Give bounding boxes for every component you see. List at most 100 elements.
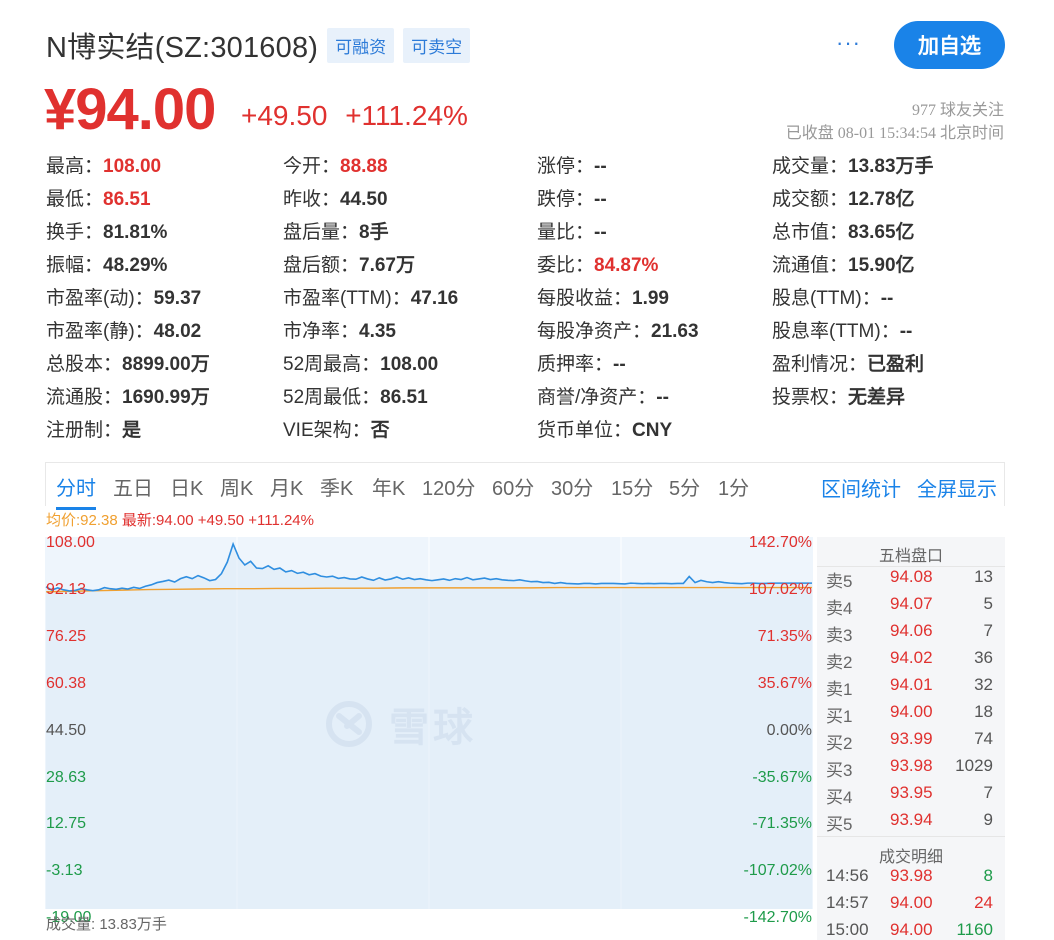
stat-value: 86.51 [380,387,428,408]
y-right-tick: 71.35% [757,627,812,645]
stat-item: VIE架构：否 [283,418,390,451]
stat-value: 59.37 [153,288,202,309]
stat-value: 47.16 [410,288,459,309]
bid-row[interactable]: 买1 94.00 18 [817,702,1005,729]
stat-label: 投票权： [772,387,849,408]
stat-label: 每股收益： [537,288,633,309]
tab-0[interactable]: 分时 [56,472,96,510]
y-left-tick: 28.63 [46,768,87,786]
trade-row: 15:00 94.00 1160 [817,920,1005,940]
stat-label: 总股本： [46,354,123,375]
fullscreen-link[interactable]: 全屏显示 [917,473,997,502]
tab-5[interactable]: 季K [320,472,353,501]
stat-value: -- [880,288,894,309]
stat-label: 换手： [46,222,104,243]
tab-8[interactable]: 60分 [492,472,534,501]
ask-row[interactable]: 卖4 94.07 5 [817,594,1005,621]
tab-3[interactable]: 周K [220,472,253,501]
stat-label: 昨收： [283,189,341,210]
range-stats-link[interactable]: 区间统计 [821,473,901,502]
y-right-tick: -35.67% [752,768,812,786]
ask-row[interactable]: 卖5 94.08 13 [817,567,1005,594]
order-level: 买5 [826,815,853,834]
stat-label: 涨停： [537,156,595,177]
stat-item: 盈利情况：已盈利 [772,352,924,385]
ask-row[interactable]: 卖3 94.06 7 [817,621,1005,648]
stat-item: 最高：108.00 [46,154,161,187]
stat-label: 货币单位： [537,420,633,441]
margin-tag[interactable]: 可融资 [327,27,395,63]
stat-label: 股息(TTM)： [772,288,881,309]
trade-row: 14:56 93.98 8 [817,866,1005,893]
tab-2[interactable]: 日K [170,472,203,501]
order-qty: 7 [983,621,993,640]
tab-1[interactable]: 五日 [113,472,153,501]
stat-item: 52周最低：86.51 [283,385,428,418]
trade-price: 93.98 [890,866,933,885]
stat-item: 质押率：-- [537,352,626,385]
trade-volume: 24 [974,893,993,912]
stat-value: 44.50 [340,189,388,210]
y-right-tick: -71.35% [752,815,812,833]
trade-price: 94.00 [890,893,933,912]
tab-9[interactable]: 30分 [551,472,593,501]
tab-4[interactable]: 月K [270,472,303,501]
bid-row[interactable]: 买2 93.99 74 [817,729,1005,756]
stat-item: 商誉/净资产：-- [537,385,669,418]
order-price: 94.06 [890,621,933,640]
watermark-text: 雪球 [389,706,477,750]
change-percent: +111.24% [345,100,468,131]
stat-item: 市盈率(TTM)：47.16 [283,286,458,319]
bid-row[interactable]: 买4 93.95 7 [817,783,1005,810]
stock-title: N博实结(SZ:301608) [46,32,319,64]
tab-6[interactable]: 年K [372,472,405,501]
stat-value: 8899.00万 [122,354,210,375]
order-qty: 13 [974,567,993,586]
ask-row[interactable]: 卖2 94.02 36 [817,648,1005,675]
stat-label: 注册制： [46,420,123,441]
order-price: 93.94 [890,810,933,829]
tab-10[interactable]: 15分 [611,472,653,501]
order-qty: 32 [974,675,993,694]
change-amount: +49.50 [241,100,328,131]
stat-item: 盘后量：8手 [283,220,389,253]
stock-header: N博实结(SZ:301608) 可融资 可卖空 [46,24,471,66]
y-left-tick: 12.75 [46,815,87,833]
stat-value: 1690.99万 [122,387,210,408]
stat-value: 83.65亿 [848,222,915,243]
stat-item: 成交量：13.83万手 [772,154,934,187]
stat-value: -- [656,387,669,408]
stat-label: 最高： [46,156,104,177]
stat-item: 每股收益：1.99 [537,286,669,319]
y-left-tick: 60.38 [46,674,87,692]
order-level: 卖5 [826,572,853,591]
volume-label: 成交量: 13.83万手 [46,916,167,933]
bid-row[interactable]: 买3 93.98 1029 [817,756,1005,783]
stat-label: 今开： [283,156,341,177]
trade-row: 14:57 94.00 24 [817,893,1005,920]
xueqiu-watermark: 雪球 [325,695,477,753]
more-options-icon[interactable]: ··· [836,30,861,56]
ask-row[interactable]: 卖1 94.01 32 [817,675,1005,702]
y-right-tick: 142.70% [748,534,812,551]
order-price: 93.99 [890,729,933,748]
add-watchlist-button[interactable]: 加自选 [894,21,1005,69]
bid-row[interactable]: 买5 93.94 9 [817,810,1005,837]
price-change: +49.50 +111.24% [241,100,468,132]
order-price: 94.01 [890,675,933,694]
stat-value: -- [613,354,626,375]
stat-value: -- [594,222,607,243]
short-tag[interactable]: 可卖空 [403,27,471,63]
followers-count[interactable]: 977 球友关注 [912,96,1004,120]
tab-12[interactable]: 1分 [718,472,749,501]
y-right-tick: 35.67% [757,674,812,692]
stat-label: 盈利情况： [772,354,868,375]
order-price: 94.08 [890,567,933,586]
tab-7[interactable]: 120分 [422,472,475,501]
order-level: 卖4 [826,599,853,618]
stat-label: 流通值： [772,255,849,276]
stat-item: 委比：84.87% [537,253,658,286]
tab-11[interactable]: 5分 [669,472,700,501]
stat-label: 成交量： [772,156,849,177]
stat-label: 商誉/净资产： [537,387,657,408]
